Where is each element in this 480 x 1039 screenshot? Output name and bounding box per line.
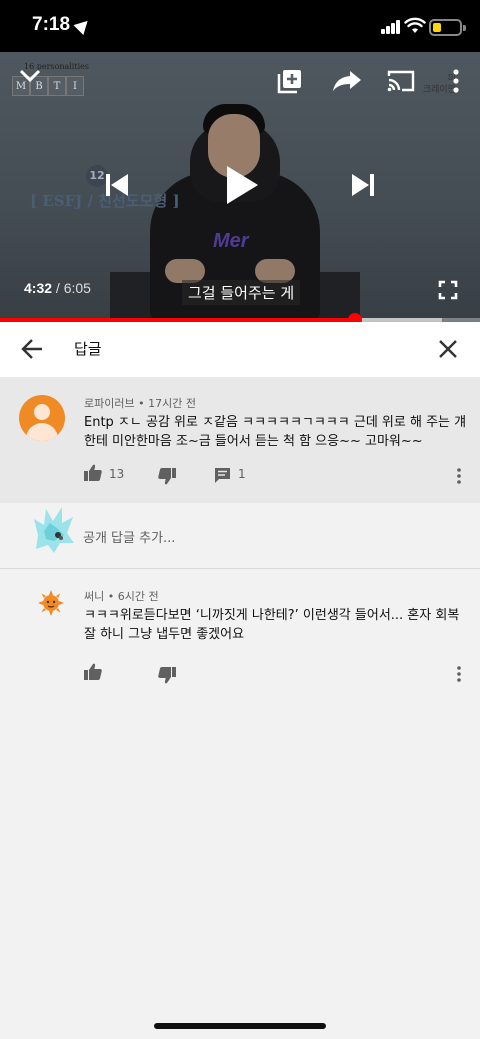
comment-text: Entp ㅈㄴ 공감 위로 ㅈ같음 ㅋㅋㅋㅋㅋㄱㅋㅋㅋ 근데 위로 해 주는 걔… (84, 413, 466, 451)
time-display: 4:32 / 6:05 (24, 280, 91, 296)
comment-text-line: ㅋㅋㅋ위로듣다보면 ‘니까짓게 나한테?’ 이런생각 들어서... 혼자 회복 (84, 608, 460, 623)
back-arrow-icon[interactable] (20, 338, 44, 360)
comment-author[interactable]: 로파이러브 (84, 397, 135, 410)
wifi-icon (404, 17, 426, 33)
comment-text: ㅋㅋㅋ위로듣다보면 ‘니까짓게 나한테?’ 이런생각 들어서... 혼자 회복 … (84, 606, 459, 644)
reply-count: 1 (238, 467, 246, 481)
avatar[interactable] (38, 590, 64, 616)
add-reply-input[interactable]: 공개 답글 추가... (83, 527, 175, 546)
close-icon[interactable] (438, 339, 458, 359)
comment-age: 17시간 전 (148, 397, 196, 410)
status-bar: 7:18 (0, 0, 480, 52)
comment-text-line: 한테 미안한마음 조~금 들어서 듣는 척 함 으응~~ 고마워~~ (84, 434, 423, 449)
comment-meta: 로파이러브 • 17시간 전 (84, 397, 196, 410)
avatar[interactable] (19, 395, 65, 441)
mbti-letter: T (48, 76, 66, 96)
location-icon (73, 15, 93, 36)
comment-meta: 써니 • 6시간 전 (84, 590, 159, 603)
cast-icon[interactable] (387, 70, 415, 92)
replies-title: 답글 (74, 340, 102, 358)
previous-icon[interactable] (104, 172, 130, 198)
comment-more-icon[interactable] (456, 467, 462, 485)
status-time: 7:18 (32, 14, 71, 35)
fullscreen-icon[interactable] (438, 280, 458, 300)
comment-author[interactable]: 써니 (84, 590, 104, 603)
home-indicator[interactable] (154, 1023, 326, 1029)
main-comment: 로파이러브 • 17시간 전 Entp ㅈㄴ 공감 위로 ㅈ같음 ㅋㅋㅋㅋㅋㄱㅋ… (0, 377, 480, 503)
like-count: 13 (109, 467, 125, 481)
like-icon[interactable] (84, 663, 102, 680)
comment-text-line: Entp ㅈㄴ 공감 위로 ㅈ같음 ㅋㅋㅋㅋㅋㄱㅋㅋㅋ 근데 위로 해 주는 걔 (84, 415, 467, 430)
reply-comment: 써니 • 6시간 전 ㅋㅋㅋ위로듣다보면 ‘니까짓게 나한테?’ 이런생각 들어… (0, 570, 480, 700)
add-to-playlist-icon[interactable] (277, 68, 303, 94)
video-player[interactable]: Mer 16 personalities M B T I 12 [ ESFJ /… (0, 52, 480, 322)
replies-header: 답글 (0, 322, 480, 377)
next-icon[interactable] (350, 172, 376, 198)
current-time: 4:32 (24, 280, 53, 296)
user-avatar (34, 507, 74, 553)
battery-icon (429, 19, 466, 36)
more-options-icon[interactable] (452, 68, 460, 94)
share-icon[interactable] (332, 70, 362, 92)
cellular-signal-icon (381, 20, 401, 34)
reply-icon[interactable] (214, 467, 231, 484)
collapse-chevron-icon[interactable] (18, 68, 42, 84)
comment-age: 6시간 전 (117, 590, 159, 603)
comment-more-icon[interactable] (456, 665, 462, 683)
dislike-icon[interactable] (158, 468, 176, 485)
add-reply-row[interactable]: 공개 답글 추가... (0, 503, 480, 569)
duration: / 6:05 (55, 280, 91, 296)
comment-text-line: 잘 하니 그냥 냅두면 좋겠어요 (84, 627, 245, 642)
corner-watermark: 미 크레이만 (422, 74, 456, 95)
mbti-letter: I (66, 76, 84, 96)
like-icon[interactable] (84, 464, 102, 481)
play-icon[interactable] (224, 164, 260, 206)
video-caption: 그걸 들어주는 게 (182, 280, 301, 305)
dislike-icon[interactable] (158, 667, 176, 684)
